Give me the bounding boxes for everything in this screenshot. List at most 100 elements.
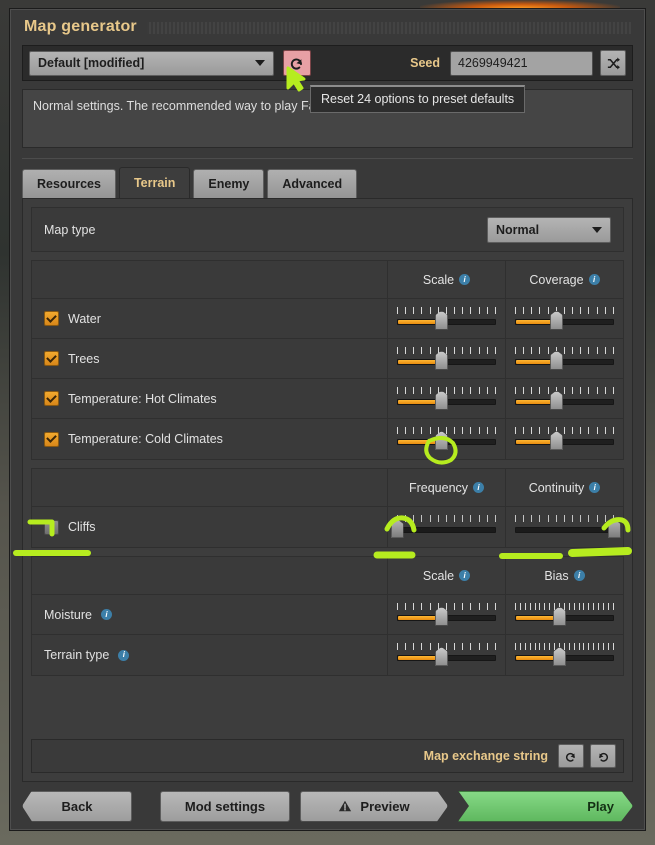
reset-tooltip: Reset 24 options to preset defaults [310, 85, 525, 113]
checkbox-trees[interactable] [44, 351, 59, 366]
import-map-string-button[interactable] [558, 744, 584, 768]
column-header-coverage: Coverage i [505, 261, 623, 298]
info-icon[interactable]: i [589, 274, 600, 285]
titlebar-texture [145, 22, 631, 34]
play-button[interactable]: Play [458, 791, 633, 822]
chevron-down-icon [255, 60, 265, 66]
cliffs-group: Frequency i Continuity i Cliffs [31, 468, 624, 548]
seed-input[interactable] [450, 51, 593, 76]
slider-temperature-cold-scale[interactable] [397, 426, 496, 452]
slider-trees-coverage[interactable] [515, 346, 614, 372]
slider-cell-hot-coverage [505, 379, 623, 418]
slider-terrain-type-bias[interactable] [515, 642, 614, 668]
table-row: Temperature: Hot Climates [32, 379, 623, 419]
slider-moisture-scale[interactable] [397, 602, 496, 628]
map-type-label: Map type [44, 223, 487, 237]
slider-track[interactable] [397, 527, 496, 533]
reset-preset-button[interactable] [283, 50, 311, 76]
column-header-continuity: Continuity i [505, 469, 623, 506]
map-exchange-label: Map exchange string [424, 749, 548, 763]
tab-advanced[interactable]: Advanced [267, 169, 357, 198]
back-button[interactable]: Back [22, 791, 132, 822]
preset-row: Default [modified] Seed [22, 45, 633, 81]
slider-water-scale[interactable] [397, 306, 496, 332]
slider-moisture-bias[interactable] [515, 602, 614, 628]
preset-dropdown[interactable]: Default [modified] [29, 51, 274, 76]
slider-trees-scale[interactable] [397, 346, 496, 372]
slider-ticks [515, 307, 614, 314]
slider-water-coverage[interactable] [515, 306, 614, 332]
slider-track[interactable] [515, 319, 614, 325]
preview-button[interactable]: Preview [300, 791, 448, 822]
slider-track[interactable] [515, 399, 614, 405]
slider-ticks [515, 347, 614, 354]
slider-cell-cold-coverage [505, 419, 623, 459]
reset-arrow-icon [289, 55, 305, 71]
slider-temperature-cold-coverage[interactable] [515, 426, 614, 452]
table-row: Water [32, 299, 623, 339]
table-row: Cliffs [32, 507, 623, 547]
info-icon[interactable]: i [459, 570, 470, 581]
table-row: Terrain type i [32, 635, 623, 675]
slider-cell-water-coverage [505, 299, 623, 338]
slider-terrain-type-scale[interactable] [397, 642, 496, 668]
table-row: Trees [32, 339, 623, 379]
slider-cell-cold-scale [387, 419, 505, 459]
row-label-water: Water [68, 312, 101, 326]
seed-label: Seed [410, 56, 440, 70]
slider-cliffs-continuity[interactable] [515, 514, 614, 540]
checkbox-temperature-cold[interactable] [44, 432, 59, 447]
export-map-string-button[interactable] [590, 744, 616, 768]
slider-temperature-hot-scale[interactable] [397, 386, 496, 412]
slider-cell-moisture-bias [505, 595, 623, 634]
export-arrow-icon [596, 749, 610, 763]
table-row: Moisture i [32, 595, 623, 635]
row-label-temperature-hot: Temperature: Hot Climates [68, 392, 217, 406]
terrain-panel: Map type Normal Scale i Coverage [22, 198, 633, 782]
slider-temperature-hot-coverage[interactable] [515, 386, 614, 412]
column-header-frequency: Frequency i [387, 469, 505, 506]
slider-cell-cliffs-continuity [505, 507, 623, 547]
checkbox-temperature-hot[interactable] [44, 391, 59, 406]
mod-settings-button[interactable]: Mod settings [160, 791, 290, 822]
info-icon[interactable]: i [101, 609, 112, 620]
checkbox-cliffs[interactable] [44, 520, 59, 535]
tab-terrain[interactable]: Terrain [119, 167, 190, 198]
column-label: Scale [423, 569, 454, 583]
checkbox-water[interactable] [44, 311, 59, 326]
table-header-row: Scale i Coverage i [32, 261, 623, 299]
info-icon[interactable]: i [459, 274, 470, 285]
slider-cell-trees-scale [387, 339, 505, 378]
slider-track[interactable] [515, 527, 614, 533]
column-header-scale: Scale i [387, 557, 505, 594]
table-header-row: Frequency i Continuity i [32, 469, 623, 507]
column-header-scale: Scale i [387, 261, 505, 298]
slider-cliffs-frequency[interactable] [397, 514, 496, 540]
terrain-autoplace-group: Scale i Coverage i Water [31, 260, 624, 460]
info-icon[interactable]: i [574, 570, 585, 581]
slider-track[interactable] [515, 359, 614, 365]
column-label: Continuity [529, 481, 585, 495]
info-icon[interactable]: i [473, 482, 484, 493]
row-label-temperature-cold: Temperature: Cold Climates [68, 432, 223, 446]
slider-cell-water-scale [387, 299, 505, 338]
tab-resources[interactable]: Resources [22, 169, 116, 198]
slider-ticks [397, 307, 496, 314]
divider [22, 158, 633, 159]
moisture-group: Scale i Bias i Moisture i [31, 556, 624, 676]
slider-ticks [515, 427, 614, 434]
shuffle-seed-button[interactable] [600, 50, 626, 76]
tab-bar: Resources Terrain Enemy Advanced [22, 167, 633, 198]
column-label: Coverage [529, 273, 583, 287]
map-type-dropdown[interactable]: Normal [487, 217, 611, 243]
slider-cell-hot-scale [387, 379, 505, 418]
row-label-terrain-type: Terrain type [44, 648, 109, 662]
table-row: Temperature: Cold Climates [32, 419, 623, 459]
dialog-content: Default [modified] Seed Normal settings. [10, 45, 645, 782]
slider-ticks [397, 347, 496, 354]
info-icon[interactable]: i [118, 650, 129, 661]
info-icon[interactable]: i [589, 482, 600, 493]
tab-enemy[interactable]: Enemy [193, 169, 264, 198]
slider-ticks [515, 515, 614, 522]
slider-track[interactable] [515, 439, 614, 445]
